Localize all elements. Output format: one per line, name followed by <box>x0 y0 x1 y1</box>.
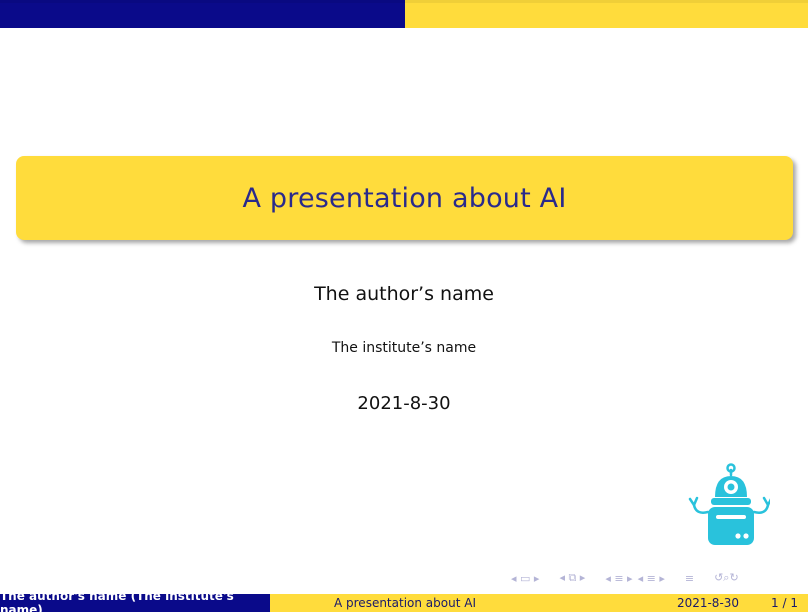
nav-search-icon[interactable]: ↺⌕↻ <box>714 571 739 585</box>
robot-icon <box>688 463 770 545</box>
footer-author-institute: The author's name (The institute's name) <box>0 589 270 612</box>
beamer-navigation-symbols: ◂ ▭ ▸ ◂ ⧉ ▸ ◂ ≡ ▸ ◂ ≡ ▸ ≡ ↺⌕↻ <box>511 570 744 586</box>
footer-date-page: 2021-8-30 1 / 1 <box>540 594 808 612</box>
top-bar-navy-segment <box>0 0 405 28</box>
top-bar-shade <box>0 0 808 3</box>
title-block: A presentation about AI <box>16 156 793 240</box>
nav-subsection-icon[interactable]: ◂ ⧉ ▸ <box>559 571 585 585</box>
presentation-date: 2021-8-30 <box>357 393 451 414</box>
nav-section-icon[interactable]: ◂ ≡ ▸ <box>605 572 632 585</box>
footer-title: A presentation about AI <box>270 594 540 612</box>
slide: A presentation about AI The author’s nam… <box>0 0 808 612</box>
footer-page-number: 1 / 1 <box>771 596 798 610</box>
top-bar-yellow-segment <box>405 0 808 28</box>
nav-section-icon[interactable]: ◂ ≡ ▸ <box>638 572 665 585</box>
nav-align-icon[interactable]: ≡ <box>685 572 694 585</box>
nav-frame-icon[interactable]: ◂ ▭ ▸ <box>511 572 539 585</box>
footer-date: 2021-8-30 <box>676 596 740 610</box>
top-header-bar <box>0 0 808 28</box>
slide-title: A presentation about AI <box>242 182 567 214</box>
footer-bar: The author's name (The institute's name)… <box>0 589 808 612</box>
institute-name: The institute’s name <box>331 340 477 356</box>
author-name: The author’s name <box>314 283 494 305</box>
